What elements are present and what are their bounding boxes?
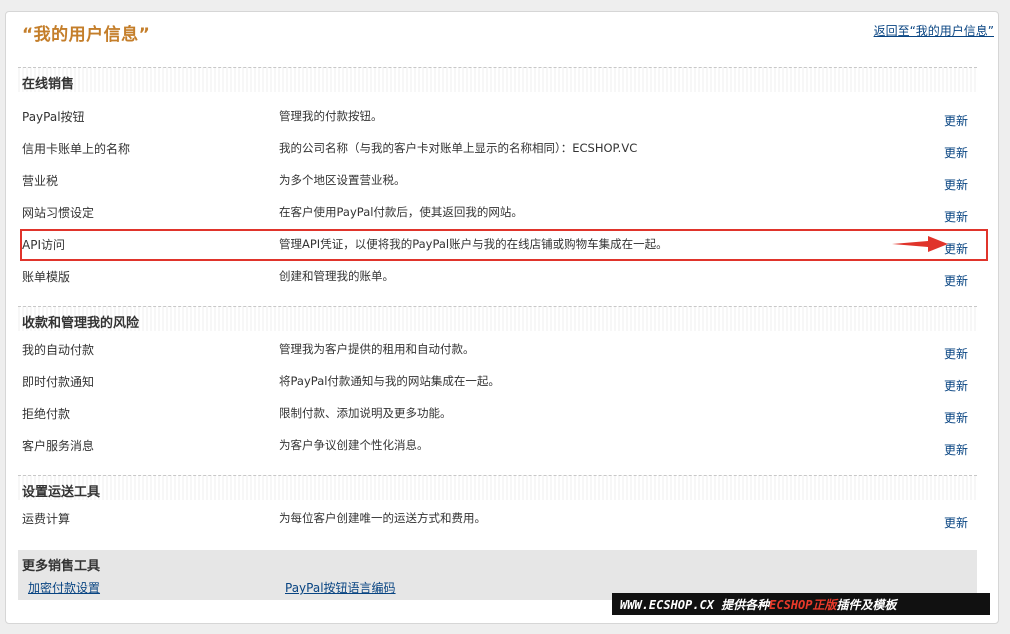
row-label: PayPal按钮 [22,110,85,124]
row-label: 拒绝付款 [22,407,71,421]
page-title: “我的用户信息” [22,25,151,45]
row-label: 客户服务消息 [22,439,95,453]
row-invoice-templates: 账单模版 创建和管理我的账单。 更新 [18,268,977,288]
row-label: 即时付款通知 [22,375,95,389]
row-card-statement-name: 信用卡账单上的名称 我的公司名称（与我的客户卡对账单上显示的名称相同）：ECSH… [18,140,977,160]
update-link[interactable]: 更新 [944,441,968,458]
row-label: 网站习惯设定 [22,206,95,220]
update-link[interactable]: 更新 [944,112,968,129]
arrow-right-icon [892,236,948,252]
banner-text-end: 插件及模板 [836,598,897,612]
back-to-profile-link[interactable]: 返回至“我的用户信息” [874,22,994,39]
row-block-payments: 拒绝付款 限制付款、添加说明及更多功能。 更新 [18,405,977,425]
row-website-preferences: 网站习惯设定 在客户使用PayPal付款后，使其返回我的网站。 更新 [18,204,977,224]
row-label: 账单模版 [22,270,71,284]
row-description: 创建和管理我的账单。 [279,269,394,283]
row-recurring-payments: 我的自动付款 管理我为客户提供的租用和自动付款。 更新 [18,341,977,361]
row-description: 将PayPal付款通知与我的网站集成在一起。 [279,374,500,388]
row-label: 运费计算 [22,512,71,526]
row-description: 为多个地区设置营业税。 [279,173,406,187]
update-link[interactable]: 更新 [944,514,968,531]
row-paypal-buttons: PayPal按钮 管理我的付款按钮。 更新 [18,108,977,128]
row-customer-service-messages: 客户服务消息 为客户争议创建个性化消息。 更新 [18,437,977,457]
update-link[interactable]: 更新 [944,144,968,161]
row-description: 为每位客户创建唯一的运送方式和费用。 [279,511,486,525]
banner-highlight: ECSHOP正版 [769,598,837,612]
row-label: 我的自动付款 [22,343,95,357]
update-link[interactable]: 更新 [944,345,968,362]
row-description: 在客户使用PayPal付款后，使其返回我的网站。 [279,205,523,219]
section-header-online-selling: 在线销售 [18,67,977,92]
api-access-highlight [20,229,988,261]
row-description: 管理我为客户提供的租用和自动付款。 [279,342,475,356]
section-header-shipping-tools: 设置运送工具 [18,475,977,500]
button-language-encoding-link[interactable]: PayPal按钮语言编码 [285,579,396,596]
row-label: 信用卡账单上的名称 [22,142,131,156]
row-label: 营业税 [22,174,59,188]
row-ipn: 即时付款通知 将PayPal付款通知与我的网站集成在一起。 更新 [18,373,977,393]
update-link[interactable]: 更新 [944,377,968,394]
banner-text: 提供各种 [713,598,770,612]
encrypted-payment-settings-link[interactable]: 加密付款设置 [28,579,100,596]
row-description: 我的公司名称（与我的客户卡对账单上显示的名称相同）：ECSHOP.VC [279,141,638,155]
update-link[interactable]: 更新 [944,272,968,289]
section-title: 更多销售工具 [22,559,101,574]
row-sales-tax: 营业税 为多个地区设置营业税。 更新 [18,172,977,192]
row-shipping-calculation: 运费计算 为每位客户创建唯一的运送方式和费用。 更新 [18,510,977,530]
row-description: 限制付款、添加说明及更多功能。 [279,406,452,420]
watermark-banner: WWW.ECSHOP.CX 提供各种ECSHOP正版插件及模板 [612,593,990,615]
row-description: 为客户争议创建个性化消息。 [279,438,429,452]
banner-site: WWW.ECSHOP.CX [620,598,714,612]
update-link[interactable]: 更新 [944,176,968,193]
row-description: 管理我的付款按钮。 [279,109,383,123]
update-link[interactable]: 更新 [944,208,968,225]
section-header-payments-risk: 收款和管理我的风险 [18,306,977,331]
update-link[interactable]: 更新 [944,409,968,426]
